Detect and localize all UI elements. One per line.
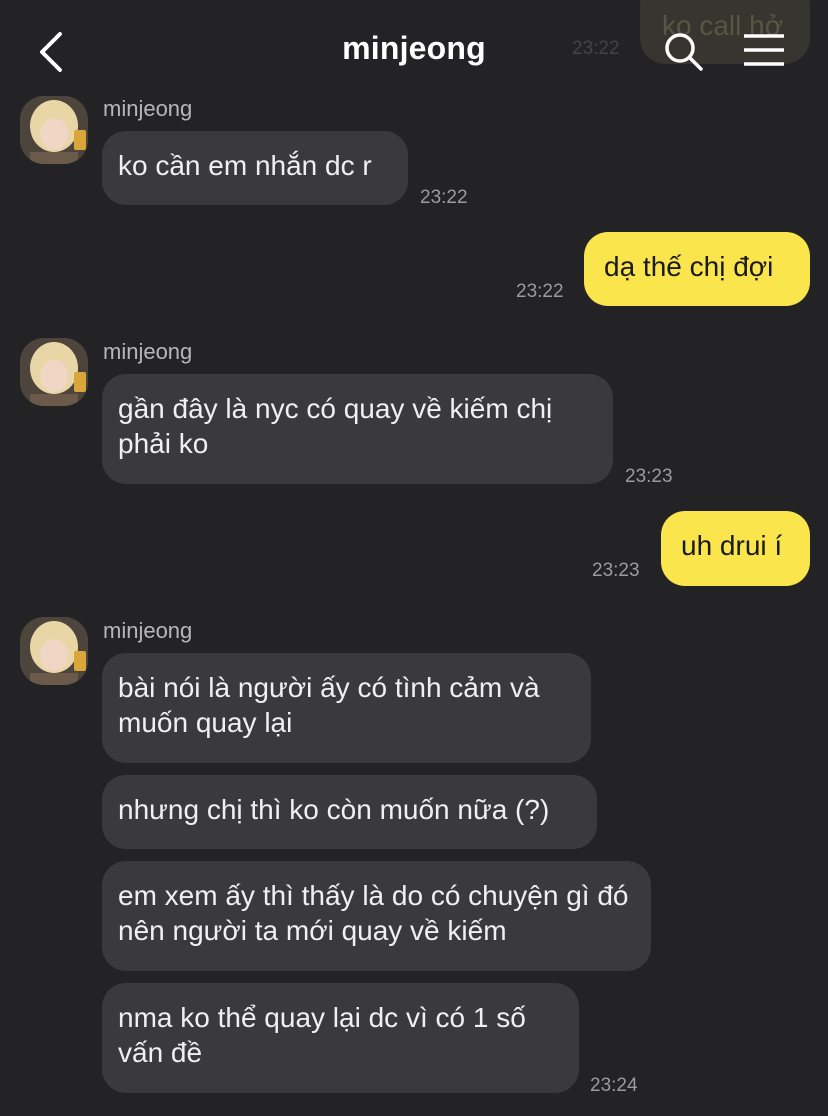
avatar-image — [20, 338, 88, 406]
message-bubble[interactable]: ko cần em nhắn dc r — [102, 131, 408, 205]
message-bubble[interactable]: gần đây là nyc có quay về kiếm chị phải … — [102, 374, 613, 484]
message-time: 23:23 — [625, 466, 673, 487]
message-bubble[interactable]: bài nói là người ấy có tình cảm và muốn … — [102, 653, 591, 763]
hamburger-menu-icon — [744, 34, 784, 66]
avatar-image — [20, 617, 88, 685]
chat-screen: ko call hở 23:22 minjeong minjeong ko cầ… — [0, 0, 828, 1116]
message-bubble[interactable]: nma ko thể quay lại dc vì có 1 số vấn đề — [102, 983, 579, 1093]
avatar[interactable] — [20, 617, 88, 685]
menu-button[interactable] — [740, 30, 788, 74]
sender-name: minjeong — [103, 339, 193, 364]
search-icon — [665, 33, 703, 71]
message-bubble[interactable]: dạ thế chị đợi — [584, 232, 810, 306]
message-text: bài nói là người ấy có tình cảm và muốn … — [118, 672, 540, 738]
avatar[interactable] — [20, 338, 88, 406]
message-bubble[interactable]: nhưng chị thì ko còn muốn nữa (?) — [102, 775, 597, 849]
chat-header: minjeong — [0, 0, 828, 96]
message-text: em xem ấy thì thấy là do có chuyện gì đó… — [118, 880, 629, 946]
message-text: ko cần em nhắn dc r — [118, 150, 372, 181]
message-time: 23:23 — [592, 560, 640, 581]
message-text: nma ko thể quay lại dc vì có 1 số vấn đề — [118, 1002, 526, 1068]
message-time: 23:22 — [516, 281, 564, 302]
avatar-image — [20, 96, 88, 164]
sender-name: minjeong — [103, 96, 193, 121]
message-bubble[interactable]: em xem ấy thì thấy là do có chuyện gì đó… — [102, 861, 651, 971]
message-text: dạ thế chị đợi — [604, 251, 774, 282]
message-text: nhưng chị thì ko còn muốn nữa (?) — [118, 794, 550, 825]
search-button[interactable] — [660, 28, 708, 76]
message-bubble[interactable]: uh drui í — [661, 511, 810, 586]
message-text: uh drui í — [681, 530, 783, 561]
message-text: gần đây là nyc có quay về kiếm chị phải … — [118, 393, 553, 459]
avatar[interactable] — [20, 96, 88, 164]
message-time: 23:24 — [590, 1075, 638, 1096]
sender-name: minjeong — [103, 618, 193, 643]
message-time: 23:22 — [420, 187, 468, 208]
